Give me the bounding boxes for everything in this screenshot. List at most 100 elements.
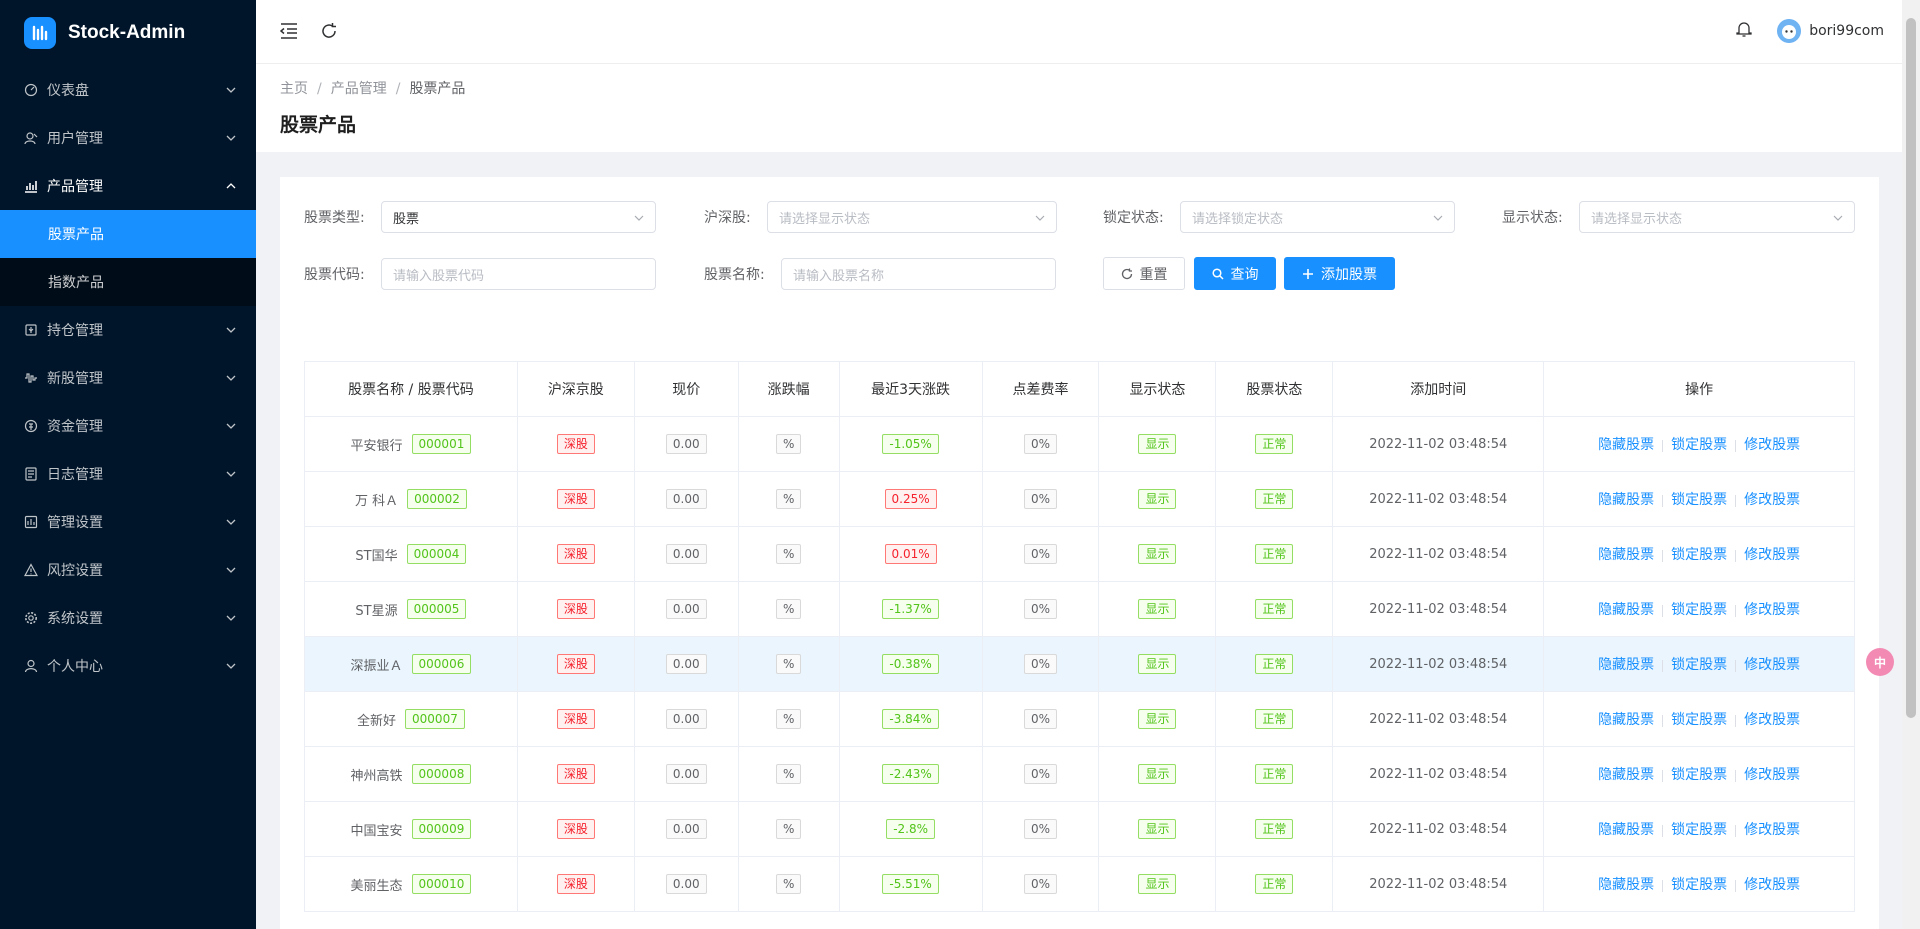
table-row[interactable]: 平安银行 000001 深股 0.00 % -1.05% 0% 显示 正常 202… xyxy=(304,416,1855,472)
translate-float-button[interactable]: 中 xyxy=(1866,648,1894,676)
sidebar-item-3[interactable]: 持仓管理 xyxy=(0,306,256,354)
lock-stock-link[interactable]: 锁定股票 xyxy=(1671,547,1727,563)
edit-stock-link[interactable]: 修改股票 xyxy=(1744,602,1800,618)
edit-stock-link[interactable]: 修改股票 xyxy=(1744,657,1800,673)
sidebar-item-0[interactable]: 仪表盘 xyxy=(0,66,256,114)
lock-stock-link[interactable]: 锁定股票 xyxy=(1671,712,1727,728)
scrollbar-thumb[interactable] xyxy=(1906,18,1916,718)
table-row[interactable]: 全新好 000007 深股 0.00 % -3.84% 0% 显示 正常 2022… xyxy=(304,691,1855,747)
lock-stock-link[interactable]: 锁定股票 xyxy=(1671,877,1727,893)
page-scrollbar[interactable] xyxy=(1902,0,1920,929)
user-menu[interactable]: bori99com xyxy=(1777,19,1884,43)
lock-stock-link[interactable]: 锁定股票 xyxy=(1671,492,1727,508)
display-status-cell: 显示 xyxy=(1098,636,1217,692)
edit-stock-link[interactable]: 修改股票 xyxy=(1744,492,1800,508)
change-3day-cell: -5.51% xyxy=(839,856,983,912)
breadcrumb-home[interactable]: 主页 xyxy=(280,81,308,97)
hide-stock-link[interactable]: 隐藏股票 xyxy=(1598,767,1654,783)
price-cell: 0.00 xyxy=(634,581,739,637)
stock-status-tag: 正常 xyxy=(1255,764,1294,784)
hs-stock-select[interactable]: 请选择显示状态 xyxy=(767,201,1057,233)
change-3day-cell: -1.05% xyxy=(839,416,983,472)
lock-status-select[interactable]: 请选择锁定状态 xyxy=(1180,201,1455,233)
actions-cell: 隐藏股票 锁定股票 修改股票 xyxy=(1543,581,1855,637)
lock-stock-link[interactable]: 锁定股票 xyxy=(1671,822,1727,838)
column-header: 添加时间 xyxy=(1332,361,1545,417)
table-row[interactable]: 万 科Ａ 000002 深股 0.00 % 0.25% 0% 显示 正常 2022… xyxy=(304,471,1855,527)
reset-button[interactable]: 重置 xyxy=(1103,257,1185,290)
avatar xyxy=(1777,19,1802,43)
menu-fold-icon[interactable] xyxy=(278,20,300,42)
table-row[interactable]: 深振业Ａ 000006 深股 0.00 % -0.38% 0% 显示 正常 202… xyxy=(304,636,1855,692)
lock-stock-link[interactable]: 锁定股票 xyxy=(1671,657,1727,673)
display-status-cell: 显示 xyxy=(1098,746,1217,802)
table-row[interactable]: 美丽生态 000010 深股 0.00 % -5.51% 0% 显示 正常 202… xyxy=(304,856,1855,912)
sidebar-item-9[interactable]: 系统设置 xyxy=(0,594,256,642)
edit-stock-link[interactable]: 修改股票 xyxy=(1744,877,1800,893)
stock-code-input[interactable]: 请输入股票代码 xyxy=(381,258,656,290)
edit-stock-link[interactable]: 修改股票 xyxy=(1744,712,1800,728)
market-cell: 深股 xyxy=(517,856,635,912)
lock-stock-link[interactable]: 锁定股票 xyxy=(1671,602,1727,618)
spread-fee-cell: 0% xyxy=(982,416,1100,472)
sidebar-item-6[interactable]: 日志管理 xyxy=(0,450,256,498)
add-time-cell: 2022-11-02 03:48:54 xyxy=(1332,416,1545,472)
sidebar-subitem-stock-product[interactable]: 股票产品 xyxy=(0,210,256,258)
hide-stock-link[interactable]: 隐藏股票 xyxy=(1598,657,1654,673)
add-stock-button[interactable]: 添加股票 xyxy=(1284,257,1395,290)
sidebar-item-8[interactable]: 风控设置 xyxy=(0,546,256,594)
sidebar-item-5[interactable]: 资金管理 xyxy=(0,402,256,450)
user-icon xyxy=(24,659,38,673)
table-row[interactable]: 神州高铁 000008 深股 0.00 % -2.43% 0% 显示 正常 202… xyxy=(304,746,1855,802)
sidebar-item-label: 用户管理 xyxy=(47,131,103,147)
sidebar-item-7[interactable]: 管理设置 xyxy=(0,498,256,546)
table-row[interactable]: ST国华 000004 深股 0.00 % 0.01% 0% 显示 正常 2022… xyxy=(304,526,1855,582)
logo-icon xyxy=(24,17,56,49)
lock-stock-link[interactable]: 锁定股票 xyxy=(1671,437,1727,453)
hide-stock-link[interactable]: 隐藏股票 xyxy=(1598,437,1654,453)
price-tag: 0.00 xyxy=(665,764,707,784)
column-header: 点差费率 xyxy=(982,361,1100,417)
spread-fee-tag: 0% xyxy=(1024,544,1058,564)
hide-stock-link[interactable]: 隐藏股票 xyxy=(1598,492,1654,508)
hide-stock-link[interactable]: 隐藏股票 xyxy=(1598,877,1654,893)
sidebar-subitem-index-product[interactable]: 指数产品 xyxy=(0,258,256,306)
stock-type-select[interactable]: 股票 xyxy=(381,201,656,233)
price-tag: 0.00 xyxy=(665,874,707,894)
edit-stock-link[interactable]: 修改股票 xyxy=(1744,767,1800,783)
chart-icon xyxy=(24,179,38,193)
stock-name-input[interactable]: 请输入股票名称 xyxy=(781,258,1056,290)
hide-stock-link[interactable]: 隐藏股票 xyxy=(1598,712,1654,728)
sidebar-item-2[interactable]: 产品管理 xyxy=(0,162,256,210)
breadcrumb-parent[interactable]: 产品管理 xyxy=(331,81,387,97)
search-icon xyxy=(1211,267,1224,280)
display-status-select[interactable]: 请选择显示状态 xyxy=(1579,201,1855,233)
stock-name: 美丽生态 xyxy=(350,878,403,894)
hide-stock-link[interactable]: 隐藏股票 xyxy=(1598,822,1654,838)
hide-stock-link[interactable]: 隐藏股票 xyxy=(1598,602,1654,618)
admin-settings-icon xyxy=(24,515,38,529)
sidebar-item-4[interactable]: 新股管理 xyxy=(0,354,256,402)
query-button[interactable]: 查询 xyxy=(1194,257,1276,290)
refresh-icon[interactable] xyxy=(318,20,340,42)
display-status-cell: 显示 xyxy=(1098,801,1217,857)
edit-stock-link[interactable]: 修改股票 xyxy=(1744,547,1800,563)
logo[interactable]: Stock-Admin xyxy=(0,0,256,66)
display-status-tag: 显示 xyxy=(1138,874,1177,894)
lock-stock-link[interactable]: 锁定股票 xyxy=(1671,767,1727,783)
sidebar-item-10[interactable]: 个人中心 xyxy=(0,642,256,690)
plus-icon xyxy=(1303,268,1313,279)
add-time-cell: 2022-11-02 03:48:54 xyxy=(1332,691,1545,747)
edit-stock-link[interactable]: 修改股票 xyxy=(1744,822,1800,838)
display-status-tag: 显示 xyxy=(1138,434,1177,454)
price-cell: 0.00 xyxy=(634,416,739,472)
table-row[interactable]: 中国宝安 000009 深股 0.00 % -2.8% 0% 显示 正常 2022… xyxy=(304,801,1855,857)
sidebar-item-1[interactable]: 用户管理 xyxy=(0,114,256,162)
market-cell: 深股 xyxy=(517,636,635,692)
table-row[interactable]: ST星源 000005 深股 0.00 % -1.37% 0% 显示 正常 202… xyxy=(304,581,1855,637)
app-title: Stock-Admin xyxy=(68,22,186,43)
price-cell: 0.00 xyxy=(634,801,739,857)
hide-stock-link[interactable]: 隐藏股票 xyxy=(1598,547,1654,563)
bell-icon[interactable] xyxy=(1736,20,1752,42)
edit-stock-link[interactable]: 修改股票 xyxy=(1744,437,1800,453)
